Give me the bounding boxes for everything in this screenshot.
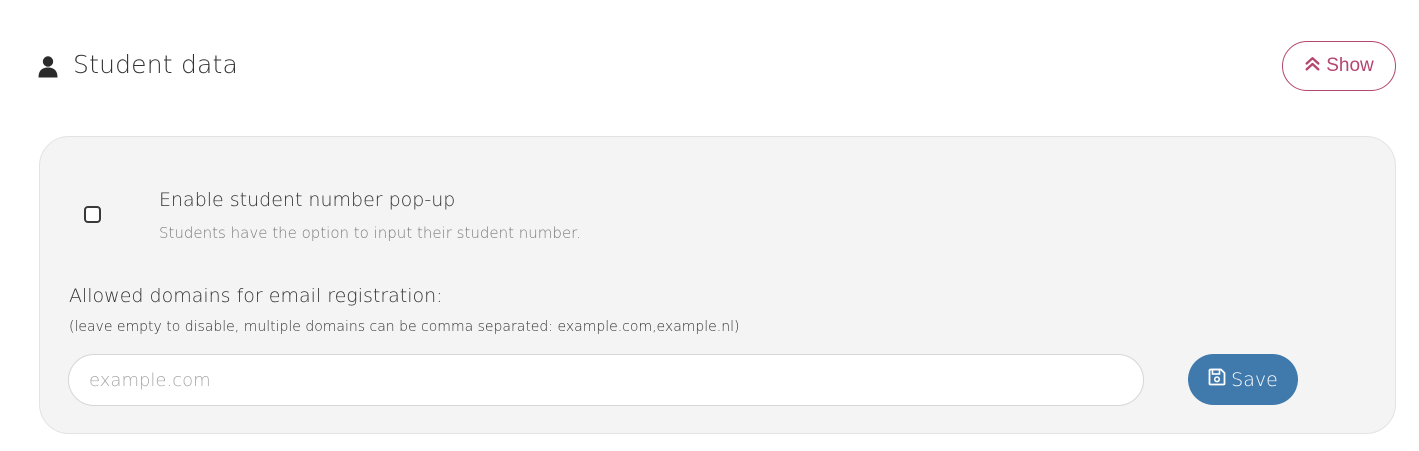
allowed-domains-hint: (leave empty to disable, multiple domain…: [69, 319, 740, 335]
allowed-domains-input[interactable]: [68, 354, 1144, 406]
student-number-popup-checkbox[interactable]: [84, 206, 101, 223]
user-icon: [38, 56, 58, 78]
floppy-disk-icon: [1208, 368, 1226, 391]
show-toggle-button[interactable]: Show: [1282, 41, 1396, 91]
save-button[interactable]: Save: [1188, 354, 1298, 405]
section-title: Student data: [73, 50, 239, 79]
allowed-domains-label: Allowed domains for email registration:: [69, 285, 443, 307]
student-number-popup-description: Students have the option to input their …: [159, 224, 581, 242]
double-chevron-up-icon: [1304, 55, 1321, 78]
section-header: Student data Show: [0, 0, 1419, 120]
student-number-popup-label: Enable student number pop-up: [159, 189, 456, 211]
student-data-panel: Enable student number pop-up Students ha…: [39, 136, 1396, 434]
save-button-label: Save: [1231, 368, 1278, 391]
show-toggle-label: Show: [1326, 55, 1374, 76]
